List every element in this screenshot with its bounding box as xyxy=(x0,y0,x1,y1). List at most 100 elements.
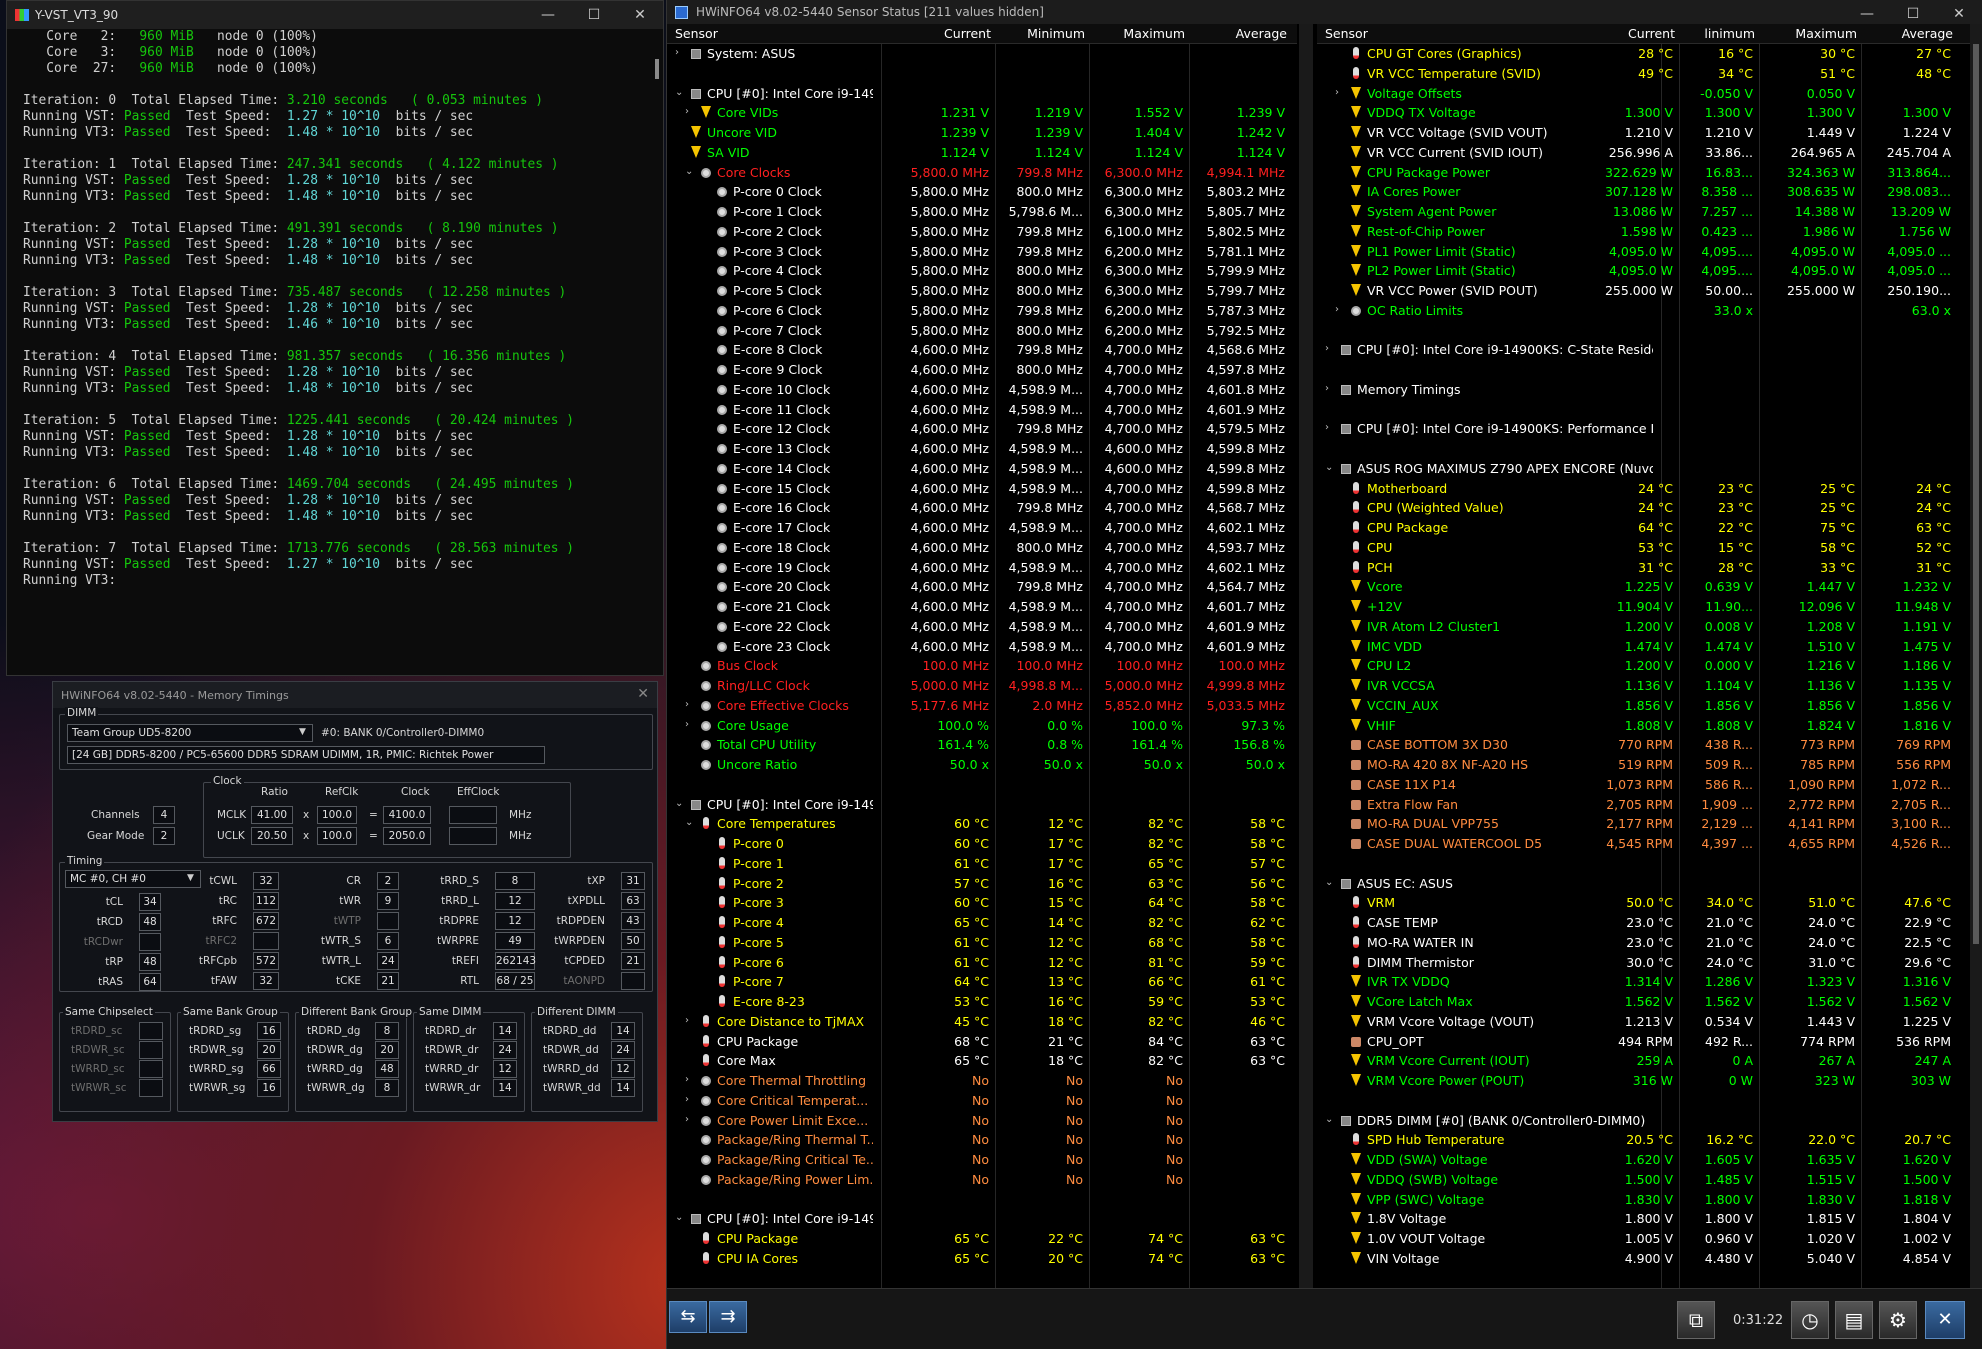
sensor-row[interactable]: CASE TEMP 23.0 °C 21.0 °C 24.0 °C 22.9 °C xyxy=(1317,913,1982,933)
sensor-group-header[interactable]: › Memory Timings xyxy=(1317,380,1982,400)
sensor-row[interactable]: VR VCC Voltage (SVID VOUT) 1.210 V 1.210 V… xyxy=(1317,123,1982,143)
sensor-row[interactable]: P-core 2 Clock 5,800.0 MHz 799.8 MHz 6,100.… xyxy=(667,222,1297,242)
mem-titlebar[interactable]: HWiNFO64 v8.02-5440 - Memory Timings ✕ xyxy=(53,682,657,708)
sensor-row[interactable]: E-core 11 Clock 4,600.0 MHz 4,598.9 M... 4,… xyxy=(667,400,1297,420)
sensor-row[interactable]: IVR Atom L2 Cluster1 1.200 V 0.008 V 1.208 … xyxy=(1317,617,1982,637)
sensor-row[interactable]: › Voltage Offsets -0.050 V 0.050 V xyxy=(1317,84,1982,104)
sensor-row[interactable]: CASE DUAL WATERCOOL D5 4,545 RPM 4,397 ...… xyxy=(1317,834,1982,854)
sensor-row[interactable]: Bus Clock 100.0 MHz 100.0 MHz 100.0 MHz 100.… xyxy=(667,656,1297,676)
sensor-row[interactable]: E-core 9 Clock 4,600.0 MHz 800.0 MHz 4,700.… xyxy=(667,360,1297,380)
sensor-row[interactable]: E-core 17 Clock 4,600.0 MHz 4,598.9 M... 4,… xyxy=(667,518,1297,538)
sensor-row[interactable]: E-core 8 Clock 4,600.0 MHz 799.8 MHz 4,700.… xyxy=(667,340,1297,360)
sensor-row[interactable]: Package/Ring Power Lim... No No No xyxy=(667,1170,1297,1190)
sensor-row[interactable]: Extra Flow Fan 2,705 RPM 1,909 ... 2,772 RP… xyxy=(1317,795,1982,815)
sensor-row[interactable]: SPD Hub Temperature 20.5 °C 16.2 °C 22.0 °C… xyxy=(1317,1130,1982,1150)
sensor-row[interactable]: VR VCC Current (SVID IOUT) 256.996 A 33.86… xyxy=(1317,143,1982,163)
column-header[interactable]: Current xyxy=(901,26,991,41)
sensor-row[interactable]: P-core 7 Clock 5,800.0 MHz 800.0 MHz 6,200.… xyxy=(667,321,1297,341)
maximize-button[interactable]: ☐ xyxy=(571,1,617,29)
column-header[interactable]: Current xyxy=(1585,26,1675,41)
sensor-pane-right[interactable]: Sensor Current linimum Maximum Average CPU GT… xyxy=(1317,24,1982,1288)
sensor-row[interactable]: P-core 0 Clock 5,800.0 MHz 800.0 MHz 6,300.… xyxy=(667,182,1297,202)
expand-icon[interactable]: › xyxy=(685,719,689,730)
sensor-row[interactable]: E-core 21 Clock 4,600.0 MHz 4,598.9 M... 4,… xyxy=(667,597,1297,617)
column-header[interactable]: Average xyxy=(1863,26,1953,41)
sensor-row[interactable]: CASE BOTTOM 3X D30 770 RPM 438 R... 773 RPM… xyxy=(1317,735,1982,755)
memory-timings-window[interactable]: HWiNFO64 v8.02-5440 - Memory Timings ✕ D… xyxy=(52,681,658,1122)
sensor-status-window[interactable]: HWiNFO64 v8.02-5440 Sensor Status [211 v… xyxy=(666,0,1982,1349)
sensor-row[interactable]: PCH 31 °C 28 °C 33 °C 31 °C xyxy=(1317,558,1982,578)
sensor-row[interactable]: Core Max 65 °C 18 °C 82 °C 63 °C xyxy=(667,1051,1297,1071)
sensor-group-header[interactable]: ⌄ DDR5 DIMM [#0] (BANK 0/Controller0-DIMM… xyxy=(1317,1111,1982,1131)
left-pane-scrollbar[interactable] xyxy=(1299,24,1313,1288)
expand-icon[interactable]: › xyxy=(1335,304,1339,315)
collapse-icon[interactable]: ⌄ xyxy=(1325,1114,1333,1125)
sensor-row[interactable]: › Core VIDs 1.231 V 1.219 V 1.552 V 1.239 V xyxy=(667,103,1297,123)
sensor-row[interactable]: E-core 10 Clock 4,600.0 MHz 4,598.9 M... 4,… xyxy=(667,380,1297,400)
sensor-row[interactable]: VPP (SWC) Voltage 1.830 V 1.800 V 1.830 V 1.… xyxy=(1317,1190,1982,1210)
sensor-row[interactable]: MO-RA WATER IN 23.0 °C 21.0 °C 24.0 °C 22.5 … xyxy=(1317,933,1982,953)
sensor-row[interactable]: VRM 50.0 °C 34.0 °C 51.0 °C 47.6 °C xyxy=(1317,893,1982,913)
sensor-row[interactable]: DIMM Thermistor 30.0 °C 24.0 °C 31.0 °C 29.6… xyxy=(1317,953,1982,973)
sensor-row[interactable]: VHIF 1.808 V 1.808 V 1.824 V 1.816 V xyxy=(1317,716,1982,736)
sensor-row[interactable]: MO-RA DUAL VPP755 2,177 RPM 2,129 ... 4,141… xyxy=(1317,814,1982,834)
sensor-row[interactable]: › Core Power Limit Exce... No No No xyxy=(667,1111,1297,1131)
expand-icon[interactable]: › xyxy=(1325,343,1329,354)
sensor-row[interactable]: › Core Usage 100.0 % 0.0 % 100.0 % 97.3 % xyxy=(667,716,1297,736)
collapse-icon[interactable]: ⌄ xyxy=(675,1212,683,1223)
sensor-row[interactable]: CASE 11X P14 1,073 RPM 586 R... 1,090 RPM 1,… xyxy=(1317,775,1982,795)
console-window[interactable]: Y-VST_VT3_90 — ☐ ✕ Core 2: 960 MiB node … xyxy=(6,0,664,676)
sensor-row[interactable]: VRM Vcore Voltage (VOUT) 1.213 V 0.534 V 1.… xyxy=(1317,1012,1982,1032)
collapse-icon[interactable]: ⌄ xyxy=(1325,877,1333,888)
expand-icon[interactable]: › xyxy=(1335,87,1339,98)
sensor-row[interactable]: CPU Package 64 °C 22 °C 75 °C 63 °C xyxy=(1317,518,1982,538)
console-titlebar[interactable]: Y-VST_VT3_90 — ☐ ✕ xyxy=(7,1,663,29)
sensor-row[interactable]: P-core 2 57 °C 16 °C 63 °C 56 °C xyxy=(667,874,1297,894)
collapse-icon[interactable]: ⌄ xyxy=(675,798,683,809)
expand-icon[interactable]: › xyxy=(685,1114,689,1125)
sensor-row[interactable]: VDD (SWA) Voltage 1.620 V 1.605 V 1.635 V 1.… xyxy=(1317,1150,1982,1170)
collapse-icon[interactable]: ⌄ xyxy=(1325,462,1333,473)
nav-back-icon[interactable]: ⇆ xyxy=(669,1301,707,1333)
sensor-row[interactable]: CPU 53 °C 15 °C 58 °C 52 °C xyxy=(1317,538,1982,558)
sensor-row[interactable]: Package/Ring Critical Te... No No No xyxy=(667,1150,1297,1170)
expand-icon[interactable]: › xyxy=(1325,422,1329,433)
nav-forward-icon[interactable]: ⇉ xyxy=(709,1301,747,1333)
sensor-row[interactable]: E-core 19 Clock 4,600.0 MHz 4,598.9 M... 4,… xyxy=(667,558,1297,578)
sensor-row[interactable]: Uncore VID 1.239 V 1.239 V 1.404 V 1.242 V xyxy=(667,123,1297,143)
sensor-row[interactable]: CPU IA Cores 65 °C 20 °C 74 °C 63 °C xyxy=(667,1249,1297,1269)
sensor-group-header[interactable]: ⌄ CPU [#0]: Intel Core i9-14900KS: DTS xyxy=(667,795,1297,815)
sensor-row[interactable]: › Core Critical Temperat... No No No xyxy=(667,1091,1297,1111)
sensor-group-header[interactable]: ⌄ CPU [#0]: Intel Core i9-14900KS xyxy=(667,84,1297,104)
sensor-row[interactable]: Ring/LLC Clock 5,000.0 MHz 4,998.8 M... 5,0… xyxy=(667,676,1297,696)
sensor-row[interactable]: P-core 5 61 °C 12 °C 68 °C 58 °C xyxy=(667,933,1297,953)
sensor-row[interactable]: P-core 4 Clock 5,800.0 MHz 800.0 MHz 6,300.… xyxy=(667,261,1297,281)
sensor-titlebar[interactable]: HWiNFO64 v8.02-5440 Sensor Status [211 v… xyxy=(667,0,1982,24)
expand-icon[interactable]: › xyxy=(685,1094,689,1105)
sensor-row[interactable]: ⌄ Core Temperatures 60 °C 12 °C 82 °C 58 °C xyxy=(667,814,1297,834)
sensor-row[interactable]: P-core 7 64 °C 13 °C 66 °C 61 °C xyxy=(667,972,1297,992)
column-header[interactable]: Maximum xyxy=(1767,26,1857,41)
sensor-row[interactable]: VDDQ (SWB) Voltage 1.500 V 1.485 V 1.515 V 1… xyxy=(1317,1170,1982,1190)
sensor-group-header[interactable]: › System: ASUS xyxy=(667,44,1297,64)
column-header[interactable]: Sensor xyxy=(675,26,718,41)
sensor-row[interactable]: IVR VCCSA 1.136 V 1.104 V 1.136 V 1.135 V xyxy=(1317,676,1982,696)
sensor-row[interactable]: P-core 1 Clock 5,800.0 MHz 5,798.6 M... 6,3… xyxy=(667,202,1297,222)
expand-icon[interactable]: › xyxy=(1325,383,1329,394)
sensor-row[interactable]: SA VID 1.124 V 1.124 V 1.124 V 1.124 V xyxy=(667,143,1297,163)
sensor-row[interactable]: CPU_OPT 494 RPM 492 R... 774 RPM 536 RPM xyxy=(1317,1032,1982,1052)
sensor-row[interactable]: VR VCC Temperature (SVID) 49 °C 34 °C 51 °C… xyxy=(1317,64,1982,84)
sensor-row[interactable]: Total CPU Utility 161.4 % 0.8 % 161.4 % 156.… xyxy=(667,735,1297,755)
collapse-icon[interactable]: ⌄ xyxy=(685,166,693,177)
expand-icon[interactable]: › xyxy=(685,106,689,117)
sensor-row[interactable]: IMC VDD 1.474 V 1.474 V 1.510 V 1.475 V xyxy=(1317,637,1982,657)
column-header[interactable]: linimum xyxy=(1665,26,1755,41)
sensor-row[interactable]: 1.0V VOUT Voltage 1.005 V 0.960 V 1.020 V 1.… xyxy=(1317,1229,1982,1249)
sensor-row[interactable]: System Agent Power 13.086 W 7.257 ... 14.38… xyxy=(1317,202,1982,222)
sensor-row[interactable]: E-core 22 Clock 4,600.0 MHz 4,598.9 M... 4,… xyxy=(667,617,1297,637)
sensor-group-header[interactable]: › CPU [#0]: Intel Core i9-14900KS: Perfor… xyxy=(1317,419,1982,439)
sensor-row[interactable]: Uncore Ratio 50.0 x 50.0 x 50.0 x 50.0 x xyxy=(667,755,1297,775)
sensor-row[interactable]: P-core 1 61 °C 17 °C 65 °C 57 °C xyxy=(667,854,1297,874)
sensor-row[interactable]: VIN Voltage 4.900 V 4.480 V 5.040 V 4.854 V xyxy=(1317,1249,1982,1269)
dimm-select[interactable]: Team Group UD5-8200 xyxy=(67,724,313,742)
